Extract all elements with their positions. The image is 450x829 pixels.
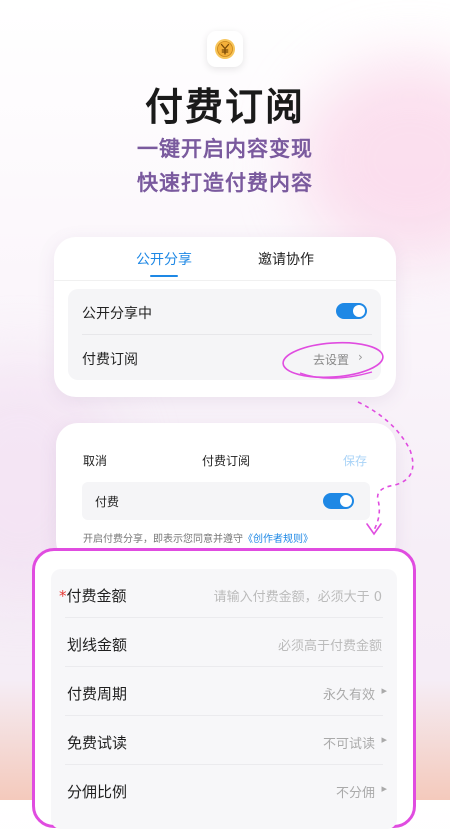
row-value: 不可试读 [322, 737, 375, 752]
chevron-right-icon: ▸ [381, 684, 387, 697]
paid-settings-card: *付费金额 请输入付费金额，必须大于 0 划线金额 必须高于付费金额 付费周期 … [32, 548, 416, 829]
creator-rules-link[interactable]: 《创作者规则》 [243, 534, 313, 545]
strike-amount-input[interactable]: 必须高于付费金额 [278, 635, 382, 654]
yen-coin-icon [215, 39, 235, 59]
public-share-toggle[interactable] [336, 303, 367, 319]
chevron-right-icon: › [358, 350, 363, 364]
row-paid-amount[interactable]: *付费金额 请输入付费金额，必须大于 0 [51, 569, 397, 618]
creator-rules-note: 开启付费分享，即表示您同意并遵守《创作者规则》 [83, 530, 313, 545]
save-button[interactable]: 保存 [343, 452, 367, 469]
share-card: 公开分享 邀请协作 公开分享中 付费订阅 去设置 › [54, 237, 396, 397]
row-value: 永久有效 [322, 688, 375, 703]
note-text: 开启付费分享，即表示您同意并遵守 [83, 534, 243, 545]
row-label: 付费周期 [67, 685, 128, 703]
paid-amount-input[interactable]: 请输入付费金额，必须大于 0 [214, 586, 382, 605]
tab-public-share[interactable]: 公开分享 [136, 249, 192, 269]
hero-subtitle-2: 快速打造付费内容 [137, 171, 313, 195]
paid-sub-setup-link[interactable]: 去设置 [313, 351, 349, 368]
paid-settings-list: *付费金额 请输入付费金额，必须大于 0 划线金额 必须高于付费金额 付费周期 … [51, 569, 397, 829]
hero-subtitle-1: 一键开启内容变现 [137, 137, 313, 161]
paid-sub-card: 取消 付费订阅 保存 付费 开启付费分享，即表示您同意并遵守《创作者规则》 [56, 423, 396, 563]
row-commission[interactable]: 分佣比例 不分佣 ▸ [51, 765, 397, 814]
hero-title: 付费订阅 [144, 85, 305, 129]
public-share-label: 公开分享中 [82, 306, 152, 322]
divider [82, 334, 372, 335]
fee-panel: 付费 [82, 482, 370, 520]
paid-sub-label: 付费订阅 [82, 352, 138, 368]
tab-invite-collab[interactable]: 邀请协作 [258, 249, 314, 269]
row-paid-period[interactable]: 付费周期 永久有效 ▸ [51, 667, 397, 716]
chevron-right-icon: ▸ [381, 782, 387, 795]
required-mark: * [59, 587, 67, 605]
app-logo [207, 31, 243, 67]
divider [54, 280, 396, 281]
share-settings-panel: 公开分享中 付费订阅 去设置 › [68, 289, 381, 380]
row-label: 免费试读 [67, 734, 128, 752]
row-label: 分佣比例 [67, 783, 128, 801]
row-value: 不分佣 [335, 786, 375, 801]
row-strike-amount[interactable]: 划线金额 必须高于付费金额 [51, 618, 397, 667]
chevron-right-icon: ▸ [381, 733, 387, 746]
active-tab-indicator [150, 275, 178, 277]
row-free-trial[interactable]: 免费试读 不可试读 ▸ [51, 716, 397, 765]
row-label: 划线金额 [67, 636, 128, 654]
fee-label: 付费 [95, 495, 120, 509]
fee-toggle[interactable] [323, 493, 354, 509]
row-label: 付费金额 [66, 587, 127, 605]
